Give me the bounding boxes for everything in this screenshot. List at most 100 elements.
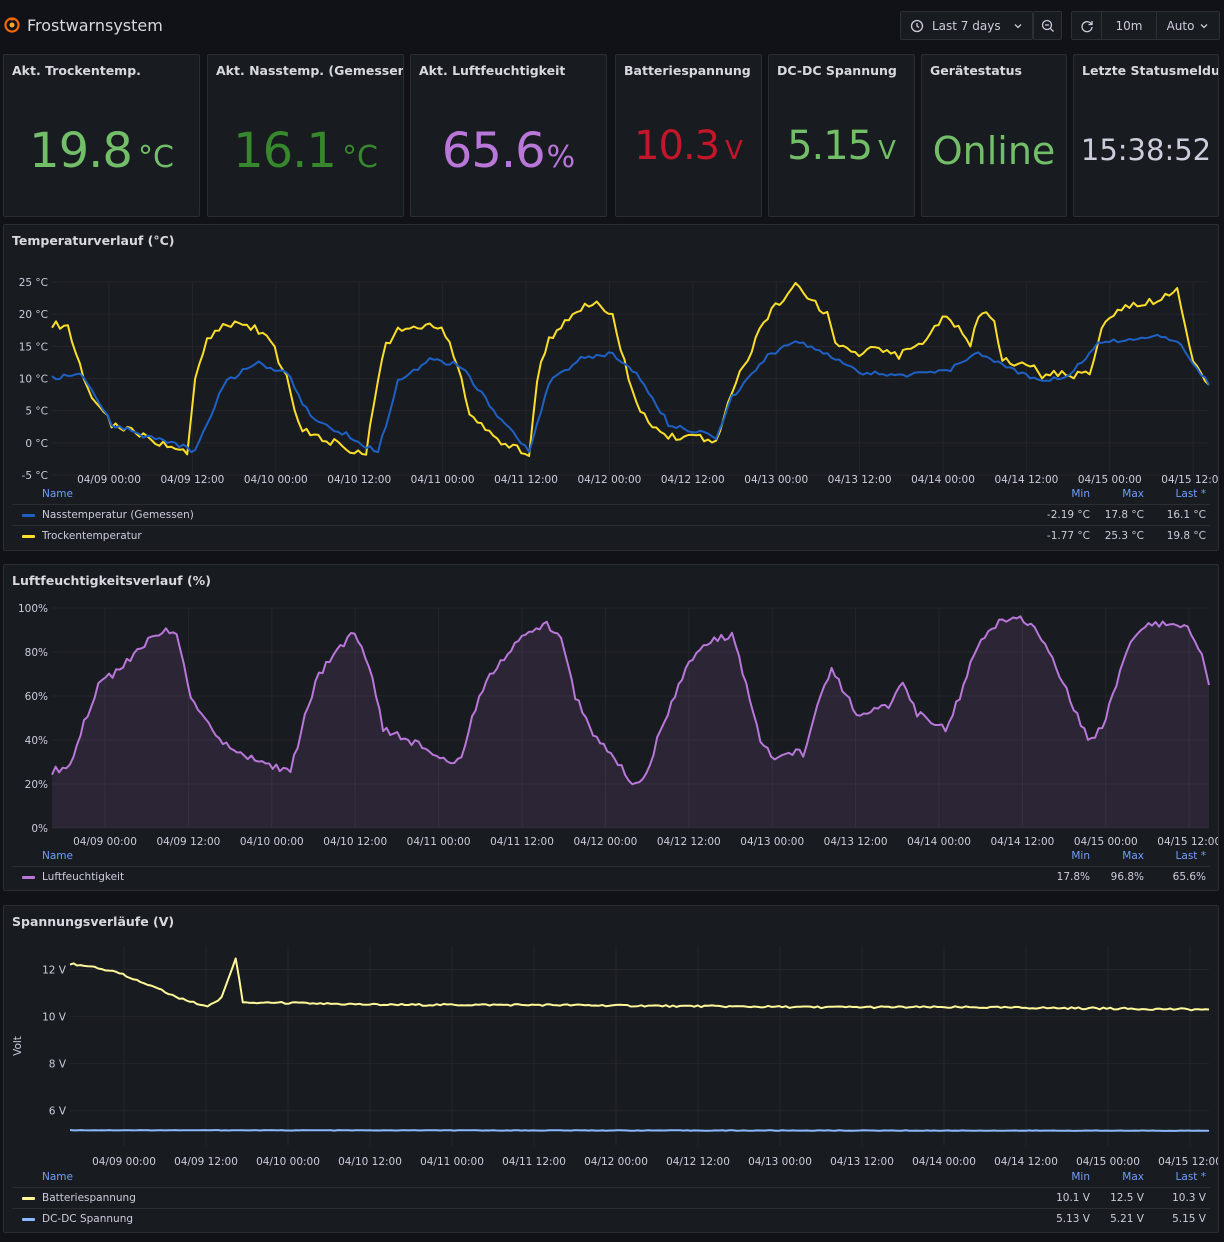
y-tick-label: 5 °C (25, 406, 48, 418)
legend-last: 19.8 °C (1166, 530, 1206, 542)
x-tick-label: 04/13 00:00 (744, 474, 808, 486)
temperature-legend: Name Min Max Last * Nasstemperatur (Geme… (12, 488, 1210, 546)
x-tick-label: 04/11 12:00 (490, 836, 554, 848)
refresh-icon (1080, 20, 1093, 32)
x-tick-label: 04/14 00:00 (911, 474, 975, 486)
humidity-legend: Name Min Max Last * Luftfeuchtigkeit 17.… (12, 850, 1210, 887)
legend-min: -1.77 °C (1046, 530, 1090, 542)
legend-series-name: Trockentemperatur (42, 530, 142, 542)
time-range-label: Last 7 days (932, 18, 1001, 33)
x-tick-label: 04/12 12:00 (657, 836, 721, 848)
stat-panel-dcdc-voltage[interactable]: DC-DC Spannung 5.15 V (768, 54, 915, 217)
x-tick-label: 04/11 00:00 (420, 1156, 484, 1168)
legend-name-header[interactable]: Name (42, 488, 73, 500)
series-line-0[interactable] (69, 957, 1210, 1012)
legend-header: Name Min Max Last * (12, 850, 1210, 866)
legend-last-header[interactable]: Last * (1176, 488, 1206, 500)
y-tick-label: 0% (31, 823, 48, 835)
stat-value: 16.1 (233, 123, 337, 179)
legend-last: 65.6% (1172, 871, 1206, 883)
x-tick-label: 04/12 00:00 (577, 474, 641, 486)
x-tick-label: 04/13 00:00 (740, 836, 804, 848)
y-tick-label: 100% (18, 603, 48, 615)
legend-max-header[interactable]: Max (1122, 1171, 1144, 1183)
refresh-button[interactable] (1072, 12, 1102, 39)
temperature-chart-panel[interactable]: Temperaturverlauf (°C) -5 °C 0 °C 5 °C 10 °… (3, 224, 1219, 551)
voltage-chart-panel[interactable]: Spannungsverläufe (V) 6 V8 V 10 V 12 V 04/0… (3, 905, 1219, 1233)
top-bar: Frostwarnsystem Last 7 days 10m Auto (0, 0, 1224, 52)
x-tick-label: 04/10 12:00 (327, 474, 391, 486)
x-tick-label: 04/10 12:00 (338, 1156, 402, 1168)
legend-max: 5.21 V (1110, 1213, 1144, 1225)
legend-name-header[interactable]: Name (42, 850, 73, 862)
stat-panel-humidity[interactable]: Akt. Luftfeuchtigkeit 65.6% (410, 54, 607, 217)
clock-icon (910, 19, 924, 32)
legend-max: 17.8 °C (1104, 509, 1144, 521)
legend-row[interactable]: Nasstemperatur (Gemessen) -2.19 °C 17.8 … (12, 504, 1210, 525)
legend-last-header[interactable]: Last * (1176, 850, 1206, 862)
x-tick-label: 04/09 12:00 (160, 474, 224, 486)
y-tick-label: 15 °C (19, 341, 48, 353)
x-tick-label: 04/14 12:00 (994, 474, 1058, 486)
series-line-1[interactable] (51, 333, 1210, 454)
legend-row[interactable]: Luftfeuchtigkeit 17.8% 96.8% 65.6% (12, 866, 1210, 887)
stat-value: 5.15 (787, 123, 873, 169)
humidity-chart-panel[interactable]: Luftfeuchtigkeitsverlauf (%) 0% 20% 40% 60%… (3, 564, 1219, 891)
stat-panel-battery-voltage[interactable]: Batteriespannung 10.3 V (615, 54, 762, 217)
x-tick-label: 04/12 12:00 (661, 474, 725, 486)
legend-min: 5.13 V (1056, 1213, 1090, 1225)
x-tick-label: 04/09 00:00 (92, 1156, 156, 1168)
legend-series-name: DC-DC Spannung (42, 1213, 134, 1225)
y-tick-label: -5 °C (22, 470, 48, 482)
zoom-out-button[interactable] (1033, 11, 1062, 40)
stat-value: 10.3 (634, 123, 720, 169)
y-tick-label: 80% (25, 647, 48, 659)
stat-panel-last-status[interactable]: Letzte Statusmeldu... 15:38:52 (1073, 54, 1219, 217)
x-tick-label: 04/13 00:00 (748, 1156, 812, 1168)
x-tick-label: 04/12 00:00 (584, 1156, 648, 1168)
series-line-1[interactable] (69, 1129, 1210, 1132)
y-axis-label: Volt (12, 1036, 24, 1056)
legend-min-header[interactable]: Min (1071, 850, 1090, 862)
legend-max-header[interactable]: Max (1122, 850, 1144, 862)
grid (70, 946, 1209, 1146)
legend-min-header[interactable]: Min (1071, 1171, 1090, 1183)
stat-panel-device-status[interactable]: Gerätestatus Online (921, 54, 1067, 217)
temperature-chart[interactable]: -5 °C 0 °C 5 °C 10 °C 15 °C 20 °C 25 °C 04/09 0… (4, 225, 1219, 489)
humidity-chart[interactable]: 0% 20% 40% 60% 80% 100% 04/09 00:00 04/09 12:00… (4, 565, 1219, 850)
time-range-picker[interactable]: Last 7 days (900, 11, 1033, 40)
legend-max-header[interactable]: Max (1122, 488, 1144, 500)
legend-swatch (22, 535, 35, 538)
refresh-interval[interactable]: 10m (1102, 12, 1157, 39)
x-tick-label: 04/13 12:00 (830, 1156, 894, 1168)
legend-min-header[interactable]: Min (1071, 488, 1090, 500)
x-tick-label: 04/15 00:00 (1074, 836, 1138, 848)
stat-value: 19.8 (29, 123, 133, 179)
stat-panel-wet-temp[interactable]: Akt. Nasstemp. (Gemessen) 16.1 °C (207, 54, 404, 217)
stat-unit: V (725, 136, 743, 166)
legend-max: 25.3 °C (1104, 530, 1144, 542)
legend-row[interactable]: Trockentemperatur -1.77 °C 25.3 °C 19.8 … (12, 525, 1210, 546)
panel-title: Batteriespannung (624, 63, 751, 78)
legend-name-header[interactable]: Name (42, 1171, 73, 1183)
stat-unit: °C (137, 140, 174, 175)
stat-value: 65.6 (441, 123, 546, 179)
legend-row[interactable]: Batteriespannung 10.1 V 12.5 V 10.3 V (12, 1187, 1210, 1208)
grafana-logo-icon[interactable] (4, 17, 20, 33)
legend-series-name: Batteriespannung (42, 1192, 136, 1204)
y-tick-label: 12 V (42, 965, 67, 977)
panel-title: Akt. Luftfeuchtigkeit (419, 63, 566, 78)
legend-last-header[interactable]: Last * (1176, 1171, 1206, 1183)
auto-refresh-dropdown[interactable]: Auto (1157, 12, 1219, 39)
legend-row[interactable]: DC-DC Spannung 5.13 V 5.21 V 5.15 V (12, 1208, 1210, 1229)
y-tick-label: 20 °C (19, 309, 48, 321)
x-tick-label: 04/13 12:00 (824, 836, 888, 848)
x-tick-label: 04/11 00:00 (407, 836, 471, 848)
voltage-chart[interactable]: 6 V 8 V 10 V 12 V 04/09 00:00 04/09 12:00 04/1… (4, 906, 1219, 1171)
legend-series-name: Luftfeuchtigkeit (42, 871, 125, 883)
x-tick-label: 04/09 12:00 (174, 1156, 238, 1168)
stat-panel-dry-temp[interactable]: Akt. Trockentemp. 19.8 °C (3, 54, 200, 217)
legend-last: 10.3 V (1172, 1192, 1206, 1204)
dashboard-title[interactable]: Frostwarnsystem (27, 16, 163, 35)
legend-swatch (22, 1218, 35, 1221)
